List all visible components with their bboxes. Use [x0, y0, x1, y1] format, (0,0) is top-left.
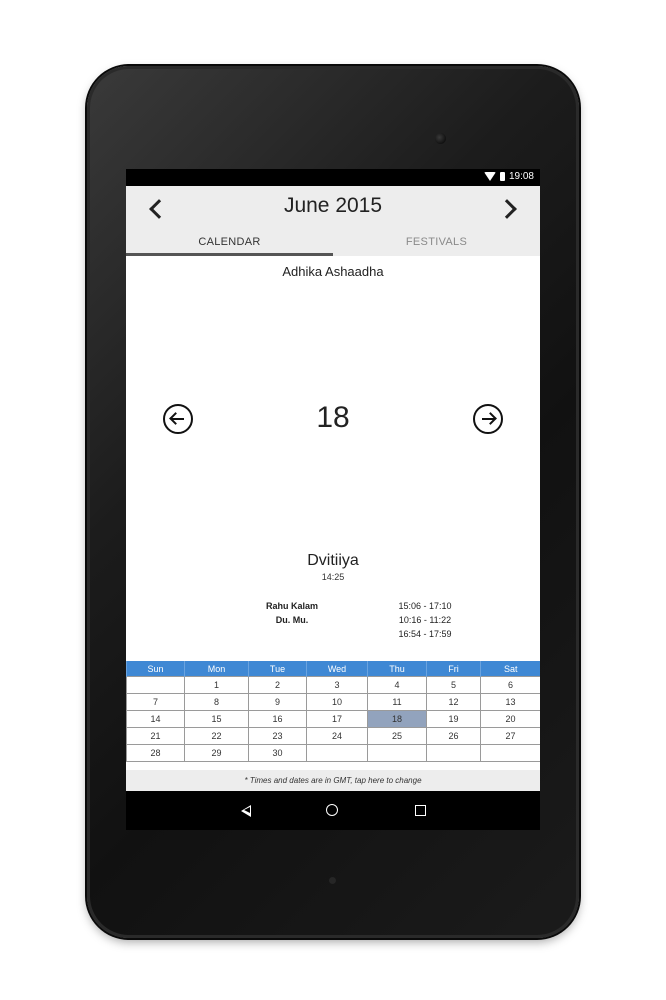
- day-cell[interactable]: 17: [306, 710, 368, 728]
- day-cell[interactable]: 5: [426, 676, 481, 694]
- weekday-wed: Wed: [306, 661, 368, 677]
- day-cell[interactable]: 23: [248, 727, 307, 745]
- month-grid: Sun Mon Tue Wed Thu Fri Sat 1 2 3 4 5 6 …: [126, 661, 540, 762]
- day-cell[interactable]: 19: [426, 710, 481, 728]
- day-cell[interactable]: 10: [306, 693, 368, 711]
- home-button[interactable]: [325, 803, 341, 819]
- device-screen: 19:08 June 2015 CALENDAR FESTIVALS Adhik…: [126, 169, 540, 830]
- day-cell[interactable]: 13: [480, 693, 540, 711]
- timing-value-du-mu-2: 16:54 - 17:59: [398, 629, 452, 639]
- weekday-tue: Tue: [248, 661, 307, 677]
- day-cell[interactable]: 28: [126, 744, 185, 762]
- timing-label-du-mu: Du. Mu.: [275, 615, 309, 625]
- tab-bar: CALENDAR FESTIVALS: [126, 231, 540, 256]
- day-cell[interactable]: 6: [480, 676, 540, 694]
- week-row: 14 15 16 17 18 19 20: [126, 710, 540, 728]
- weekday-sun: Sun: [126, 661, 185, 677]
- back-button[interactable]: [239, 803, 255, 819]
- status-clock: 19:08: [508, 171, 534, 182]
- back-icon: [241, 805, 251, 817]
- weekday-fri: Fri: [426, 661, 481, 677]
- recents-icon: [415, 805, 426, 816]
- day-cell: [306, 744, 368, 762]
- day-cell[interactable]: 27: [480, 727, 540, 745]
- next-month-button[interactable]: [495, 192, 525, 226]
- app-header: June 2015 CALENDAR FESTIVALS: [126, 186, 540, 256]
- month-title: June 2015: [283, 194, 383, 217]
- tithi-time: 14:25: [321, 572, 345, 582]
- system-nav-bar: [126, 791, 540, 830]
- day-cell: [480, 744, 540, 762]
- app-content: June 2015 CALENDAR FESTIVALS Adhika Asha…: [126, 186, 540, 791]
- timing-label-rahu-kalam: Rahu Kalam: [265, 601, 318, 611]
- day-cell[interactable]: 22: [184, 727, 249, 745]
- day-cell[interactable]: 25: [367, 727, 427, 745]
- day-cell[interactable]: 21: [126, 727, 185, 745]
- lunar-month-label: Adhika Ashaadha: [282, 264, 384, 279]
- day-cell[interactable]: 30: [248, 744, 307, 762]
- chevron-right-icon: [497, 199, 517, 219]
- day-cell: [126, 676, 185, 694]
- wifi-icon: [483, 172, 496, 181]
- weekday-mon: Mon: [184, 661, 249, 677]
- day-cell[interactable]: 15: [184, 710, 249, 728]
- week-row: 1 2 3 4 5 6: [126, 676, 540, 694]
- day-cell: [367, 744, 427, 762]
- day-cell[interactable]: 12: [426, 693, 481, 711]
- day-cell[interactable]: 2: [248, 676, 307, 694]
- timing-value-du-mu-1: 10:16 - 11:22: [398, 615, 452, 625]
- day-cell[interactable]: 7: [126, 693, 185, 711]
- tab-calendar[interactable]: CALENDAR: [126, 231, 333, 256]
- day-cell: [426, 744, 481, 762]
- weekday-thu: Thu: [367, 661, 427, 677]
- day-cell[interactable]: 3: [306, 676, 368, 694]
- tithi-name: Dvitiiya: [307, 552, 359, 569]
- day-cell[interactable]: 4: [367, 676, 427, 694]
- day-cell[interactable]: 26: [426, 727, 481, 745]
- day-cell[interactable]: 14: [126, 710, 185, 728]
- week-row: 7 8 9 10 11 12 13: [126, 693, 540, 711]
- camera-icon: [435, 133, 446, 144]
- weekday-sat: Sat: [480, 661, 540, 677]
- timing-value-rahu-kalam: 15:06 - 17:10: [398, 601, 452, 611]
- timezone-note-button[interactable]: * Times and dates are in GMT, tap here t…: [126, 770, 540, 791]
- day-cell[interactable]: 1: [184, 676, 249, 694]
- day-cell[interactable]: 29: [184, 744, 249, 762]
- day-cell[interactable]: 20: [480, 710, 540, 728]
- status-bar: 19:08: [126, 169, 540, 186]
- weekday-header-row: Sun Mon Tue Wed Thu Fri Sat: [126, 661, 540, 677]
- day-cell[interactable]: 16: [248, 710, 307, 728]
- day-cell[interactable]: 11: [367, 693, 427, 711]
- day-cell[interactable]: 24: [306, 727, 368, 745]
- week-row: 28 29 30: [126, 744, 540, 762]
- next-day-button[interactable]: [473, 404, 503, 434]
- recents-button[interactable]: [413, 803, 429, 819]
- day-cell-selected[interactable]: 18: [367, 710, 427, 728]
- home-icon: [326, 804, 338, 816]
- sensor-dot: [329, 877, 336, 884]
- tab-festivals[interactable]: FESTIVALS: [333, 231, 540, 256]
- week-row: 21 22 23 24 25 26 27: [126, 727, 540, 745]
- battery-icon: [499, 172, 505, 181]
- day-cell[interactable]: 8: [184, 693, 249, 711]
- day-cell[interactable]: 9: [248, 693, 307, 711]
